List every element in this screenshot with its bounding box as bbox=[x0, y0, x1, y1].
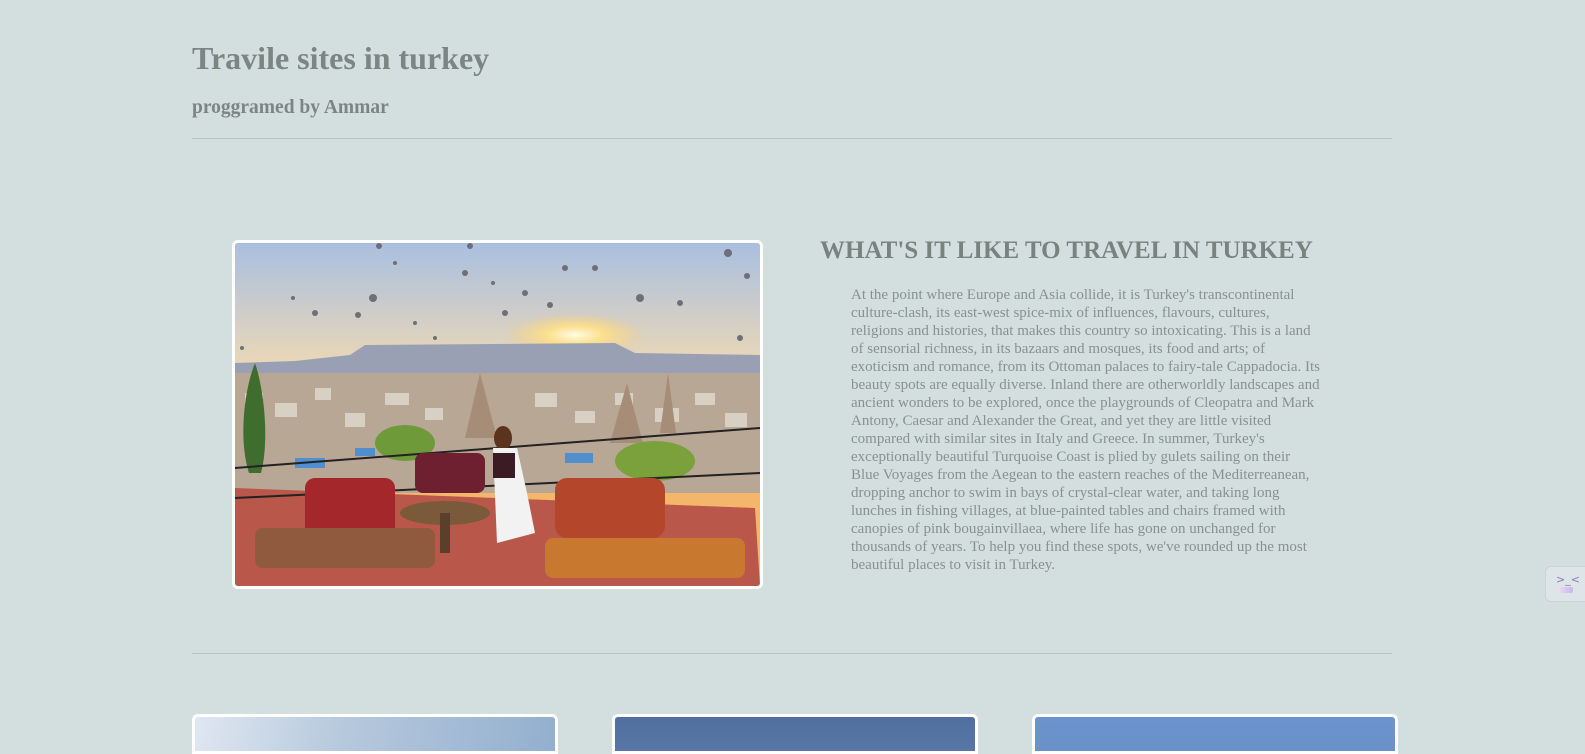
section-paragraph: At the point where Europe and Asia colli… bbox=[851, 287, 1321, 573]
extension-glyph: >_< bbox=[1556, 573, 1580, 586]
destination-card-image[interactable] bbox=[1032, 714, 1398, 754]
section-divider bbox=[192, 653, 1392, 654]
cappadocia-hero-image bbox=[232, 240, 763, 589]
page-title: Travile sites in turkey bbox=[192, 40, 490, 76]
cappadocia-illustration bbox=[235, 243, 760, 586]
extension-icon: >_< bbox=[1556, 574, 1580, 594]
side-extension-widget[interactable]: >_< bbox=[1545, 566, 1585, 602]
page-subtitle: proggramed by Ammar bbox=[192, 97, 389, 118]
destination-card-image[interactable] bbox=[192, 714, 558, 754]
header-divider bbox=[192, 138, 1392, 139]
extension-bar bbox=[1560, 587, 1573, 593]
destination-card-image[interactable] bbox=[612, 714, 978, 754]
section-heading: WHAT'S IT LIKE TO TRAVEL IN TURKEY bbox=[820, 237, 1313, 264]
